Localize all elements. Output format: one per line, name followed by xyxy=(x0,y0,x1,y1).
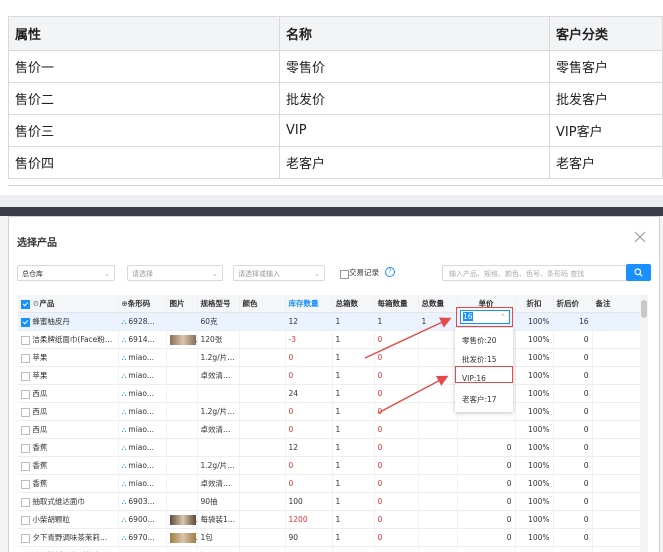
divider xyxy=(8,185,663,186)
header-customer-category: 客户分类 xyxy=(549,16,663,51)
header-attribute: 属性 xyxy=(8,16,280,51)
price-table-row: 售价四 老客户 老客户 xyxy=(8,146,663,179)
price-name-cell: 老客户 xyxy=(279,146,550,179)
price-level-table: 属性 名称 客户分类 售价一 零售价 零售客户 售价二 批发价 批发客户 售价三 VIP VIP… xyxy=(8,16,663,179)
price-table-row: 售价三 VIP VIP客户 xyxy=(8,114,663,147)
price-table-row: 售价二 批发价 批发客户 xyxy=(8,82,663,115)
price-name-cell: VIP xyxy=(279,114,550,147)
annotation-arrows xyxy=(364,317,452,414)
arrow-to-price-input xyxy=(364,317,452,359)
price-table-header-row: 属性 名称 客户分类 xyxy=(8,16,663,51)
product-select-screenshot: 选择产品 总仓库 ⌄ 请选择 ⌄ 请选择或输入 ⌄ 交易记录 ? 输入产品、规格… xyxy=(0,207,663,552)
header-name: 名称 xyxy=(279,16,550,51)
customer-category-cell: 批发客户 xyxy=(549,82,663,115)
price-level-table-panel: 属性 名称 客户分类 售价一 零售价 零售客户 售价二 批发价 批发客户 售价三 VIP VIP… xyxy=(0,0,663,195)
price-name-cell: 零售价 xyxy=(279,50,550,83)
customer-category-cell: 零售客户 xyxy=(549,50,663,83)
select-product-dialog: 选择产品 总仓库 ⌄ 请选择 ⌄ 请选择或输入 ⌄ 交易记录 ? 输入产品、规格… xyxy=(8,216,660,552)
customer-category-cell: 老客户 xyxy=(549,146,663,179)
price-table-row: 售价一 零售价 零售客户 xyxy=(8,50,663,83)
arrow-to-vip-option xyxy=(377,375,449,414)
price-level-cell: 售价二 xyxy=(8,82,280,115)
price-level-cell: 售价一 xyxy=(8,50,280,83)
price-level-cell: 售价三 xyxy=(8,114,280,147)
price-level-cell: 售价四 xyxy=(8,146,280,179)
customer-category-cell: VIP客户 xyxy=(549,114,663,147)
price-name-cell: 批发价 xyxy=(279,82,550,115)
gap-divider xyxy=(0,195,663,207)
background-window-strip xyxy=(0,207,663,216)
